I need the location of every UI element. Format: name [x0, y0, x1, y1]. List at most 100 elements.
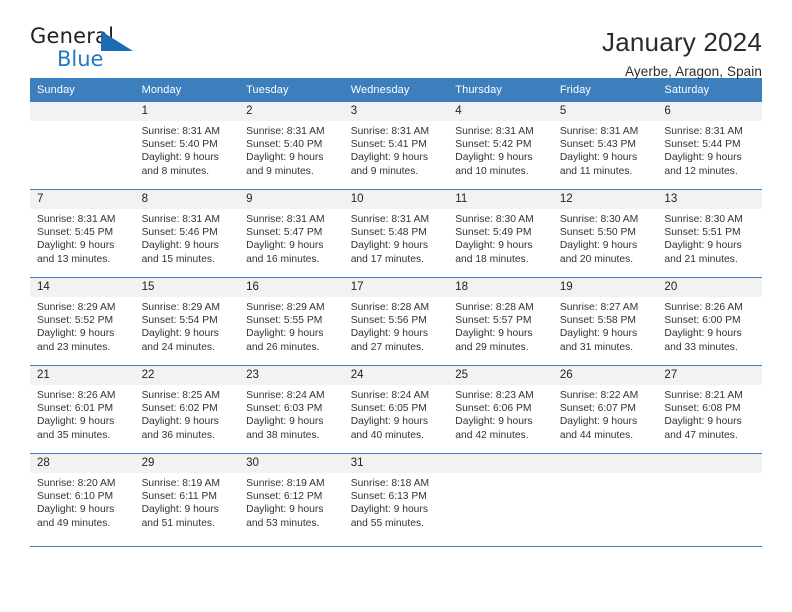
day-detail-line: Daylight: 9 hours	[455, 152, 533, 164]
day-detail-line: Daylight: 9 hours	[559, 416, 638, 428]
calendar-cell-day-24[interactable]: 24 Sunrise: 8:24 AM Sunset: 6:05 PM Dayligh…	[343, 366, 449, 453]
calendar-cell-empty	[657, 454, 762, 546]
day-detail-line: Daylight: 9 hours	[455, 416, 533, 428]
day-detail-line: Sunrise: 8:18 AM	[350, 478, 430, 489]
day-detail-line: Daylight: 9 hours	[246, 328, 324, 340]
day-details	[657, 473, 762, 483]
day-detail-line: Daylight: 9 hours	[455, 240, 533, 252]
calendar-cell-day-23[interactable]: 23 Sunrise: 8:24 AM Sunset: 6:03 PM Dayligh…	[239, 366, 344, 453]
day-detail-line: Sunrise: 8:31 AM	[141, 126, 220, 137]
day-number: 29	[134, 454, 240, 473]
calendar-week-row: 1 Sunrise: 8:31 AM Sunset: 5:40 PM Daylight…	[30, 102, 762, 190]
calendar-cell-day-12[interactable]: 12 Sunrise: 8:30 AM Sunset: 5:50 PM Dayligh…	[552, 190, 658, 277]
calendar-cell-day-7[interactable]: 7 Sunrise: 8:31 AM Sunset: 5:45 PM Daylight…	[30, 190, 135, 277]
day-detail-line: Sunset: 5:48 PM	[350, 227, 427, 239]
day-details: Sunrise: 8:22 AM Sunset: 6:07 PM Daylight:…	[553, 385, 658, 448]
day-number: 26	[552, 366, 658, 385]
title-block: January 2024 Ayerbe, Aragon, Spain	[602, 26, 762, 79]
day-details: Sunrise: 8:31 AM Sunset: 5:45 PM Daylight:…	[30, 209, 135, 272]
calendar-cell-day-13[interactable]: 13 Sunrise: 8:30 AM Sunset: 5:51 PM Dayligh…	[657, 190, 762, 277]
day-detail-line: Daylight: 9 hours	[455, 328, 533, 340]
calendar-cell-day-30[interactable]: 30 Sunrise: 8:19 AM Sunset: 6:12 PM Dayligh…	[239, 454, 344, 546]
day-detail-line: Sunset: 5:40 PM	[141, 139, 218, 151]
day-detail-line: Sunrise: 8:25 AM	[141, 390, 220, 401]
calendar-grid: Sunday Monday Tuesday Wednesday Thursday Frid…	[30, 78, 762, 547]
calendar-cell-day-20[interactable]: 20 Sunrise: 8:26 AM Sunset: 6:00 PM Dayligh…	[657, 278, 762, 365]
day-detail-line: Sunset: 6:12 PM	[246, 491, 323, 503]
day-number: 16	[239, 278, 344, 297]
calendar-cell-day-19[interactable]: 19 Sunrise: 8:27 AM Sunset: 5:58 PM Dayligh…	[552, 278, 658, 365]
calendar-cell-day-29[interactable]: 29 Sunrise: 8:19 AM Sunset: 6:11 PM Dayligh…	[134, 454, 240, 546]
day-of-week-header: Sunday Monday Tuesday Wednesday Thursday Frid…	[30, 78, 762, 102]
logo-text-blue: Blue	[57, 47, 104, 71]
calendar-cell-day-16[interactable]: 16 Sunrise: 8:29 AM Sunset: 5:55 PM Dayligh…	[239, 278, 344, 365]
calendar-cell-day-26[interactable]: 26 Sunrise: 8:22 AM Sunset: 6:07 PM Dayligh…	[552, 366, 658, 453]
calendar-cell-day-15[interactable]: 15 Sunrise: 8:29 AM Sunset: 5:54 PM Dayligh…	[134, 278, 240, 365]
calendar-cell-day-18[interactable]: 18 Sunrise: 8:28 AM Sunset: 5:57 PM Dayligh…	[448, 278, 553, 365]
calendar-cell-day-11[interactable]: 11 Sunrise: 8:30 AM Sunset: 5:49 PM Dayligh…	[448, 190, 553, 277]
day-detail-line: Sunset: 5:56 PM	[350, 315, 427, 327]
day-detail-line: Sunrise: 8:28 AM	[455, 302, 534, 313]
day-details: Sunrise: 8:31 AM Sunset: 5:46 PM Daylight:…	[135, 209, 240, 272]
calendar-cell-day-25[interactable]: 25 Sunrise: 8:23 AM Sunset: 6:06 PM Dayligh…	[448, 366, 553, 453]
calendar-cell-day-4[interactable]: 4 Sunrise: 8:31 AM Sunset: 5:42 PM Daylight…	[448, 102, 553, 189]
calendar-cell-day-6[interactable]: 6 Sunrise: 8:31 AM Sunset: 5:44 PM Daylight…	[657, 102, 762, 189]
day-number: 4	[448, 102, 553, 121]
day-detail-line: Daylight: 9 hours	[141, 240, 219, 252]
day-number	[30, 102, 135, 121]
day-detail-line: Daylight: 9 hours	[664, 152, 742, 164]
calendar-cell-day-21[interactable]: 21 Sunrise: 8:26 AM Sunset: 6:01 PM Dayligh…	[30, 366, 135, 453]
day-detail-line: Sunset: 6:06 PM	[455, 403, 532, 415]
day-number: 22	[134, 366, 240, 385]
day-detail-line: Daylight: 9 hours	[246, 152, 324, 164]
calendar-cell-day-3[interactable]: 3 Sunrise: 8:31 AM Sunset: 5:41 PM Daylight…	[343, 102, 449, 189]
calendar-cell-day-10[interactable]: 10 Sunrise: 8:31 AM Sunset: 5:48 PM Dayligh…	[343, 190, 449, 277]
calendar-cell-day-1[interactable]: 1 Sunrise: 8:31 AM Sunset: 5:40 PM Daylight…	[134, 102, 240, 189]
day-number: 7	[30, 190, 135, 209]
day-detail-line: Daylight: 9 hours	[37, 416, 115, 428]
day-detail-line: Sunrise: 8:29 AM	[246, 302, 325, 313]
day-header-tuesday: Tuesday	[246, 84, 289, 96]
day-detail-line: Daylight: 9 hours	[350, 240, 428, 252]
day-header-monday: Monday	[141, 84, 182, 96]
day-detail-line: Daylight: 9 hours	[37, 328, 115, 340]
calendar-cell-day-22[interactable]: 22 Sunrise: 8:25 AM Sunset: 6:02 PM Dayligh…	[134, 366, 240, 453]
calendar-cell-day-28[interactable]: 28 Sunrise: 8:20 AM Sunset: 6:10 PM Dayligh…	[30, 454, 135, 546]
day-detail-line: Daylight: 9 hours	[246, 504, 324, 516]
day-number: 31	[343, 454, 449, 473]
day-detail-line: Sunset: 6:11 PM	[141, 491, 217, 503]
day-detail-line: and 13 minutes.	[37, 253, 111, 265]
day-details: Sunrise: 8:28 AM Sunset: 5:56 PM Daylight:…	[344, 297, 449, 360]
day-detail-line: Sunset: 6:02 PM	[141, 403, 218, 415]
day-detail-line: and 26 minutes.	[246, 341, 320, 353]
day-number: 25	[448, 366, 553, 385]
calendar-cell-day-27[interactable]: 27 Sunrise: 8:21 AM Sunset: 6:08 PM Dayligh…	[657, 366, 762, 453]
day-detail-line: Sunset: 5:42 PM	[455, 139, 532, 151]
calendar-cell-day-8[interactable]: 8 Sunrise: 8:31 AM Sunset: 5:46 PM Daylight…	[134, 190, 240, 277]
day-detail-line: Sunrise: 8:30 AM	[664, 214, 743, 225]
day-header-friday: Friday	[559, 84, 592, 96]
day-detail-line: and 44 minutes.	[559, 429, 634, 441]
day-details: Sunrise: 8:31 AM Sunset: 5:44 PM Daylight:…	[657, 121, 762, 184]
calendar-cell-day-14[interactable]: 14 Sunrise: 8:29 AM Sunset: 5:52 PM Dayligh…	[30, 278, 135, 365]
day-detail-line: Sunrise: 8:31 AM	[141, 214, 220, 225]
calendar-cell-day-31[interactable]: 31 Sunrise: 8:18 AM Sunset: 6:13 PM Dayligh…	[343, 454, 449, 546]
page-header: General Blue January 2024 Ayerbe, Aragon…	[30, 0, 762, 79]
day-detail-line: and 49 minutes.	[37, 517, 111, 529]
day-number: 28	[30, 454, 135, 473]
calendar-cell-day-17[interactable]: 17 Sunrise: 8:28 AM Sunset: 5:56 PM Dayligh…	[343, 278, 449, 365]
day-detail-line: Daylight: 9 hours	[141, 152, 219, 164]
day-number: 15	[134, 278, 240, 297]
calendar-cell-day-5[interactable]: 5 Sunrise: 8:31 AM Sunset: 5:43 PM Daylight…	[552, 102, 658, 189]
day-detail-line: and 23 minutes.	[37, 341, 111, 353]
day-detail-line: and 53 minutes.	[246, 517, 320, 529]
day-detail-line: Daylight: 9 hours	[559, 328, 638, 340]
day-detail-line: and 33 minutes.	[664, 341, 738, 353]
day-details: Sunrise: 8:19 AM Sunset: 6:11 PM Daylight:…	[135, 473, 240, 536]
day-detail-line: Sunrise: 8:23 AM	[455, 390, 534, 401]
day-number: 14	[30, 278, 135, 297]
calendar-cell-day-2[interactable]: 2 Sunrise: 8:31 AM Sunset: 5:40 PM Daylight…	[239, 102, 344, 189]
day-detail-line: Daylight: 9 hours	[141, 504, 219, 516]
generalblue-logo[interactable]: General Blue	[30, 26, 145, 74]
calendar-cell-day-9[interactable]: 9 Sunrise: 8:31 AM Sunset: 5:47 PM Daylight…	[239, 190, 344, 277]
